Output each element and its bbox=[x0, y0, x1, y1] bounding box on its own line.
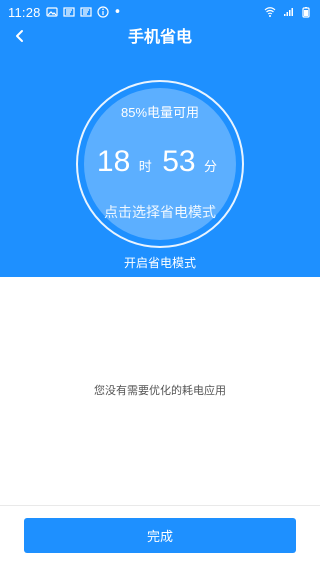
battery-circle[interactable]: 85%电量可用 18 时 53 分 点击选择省电模式 bbox=[84, 88, 236, 240]
minutes-unit: 分 bbox=[204, 159, 218, 174]
status-left: 11:28 • bbox=[8, 5, 121, 20]
notification-icon bbox=[79, 6, 92, 18]
header: 手机省电 85%电量可用 18 时 53 分 点击选择省电模式 开启省电模式 bbox=[0, 24, 320, 277]
battery-status-text: 85%电量可用 bbox=[120, 105, 200, 120]
remaining-time: 18 时 53 分 bbox=[84, 144, 236, 180]
nav-bar: 手机省电 bbox=[0, 24, 320, 48]
done-button[interactable]: 完成 bbox=[24, 518, 296, 553]
bottom-divider bbox=[0, 505, 320, 506]
empty-state-message: 您没有需要优化的耗电应用 bbox=[94, 385, 226, 397]
status-right bbox=[264, 6, 312, 18]
status-time: 11:28 bbox=[8, 4, 41, 20]
enable-power-save-mode[interactable]: 开启省电模式 bbox=[0, 254, 320, 271]
page-title: 手机省电 bbox=[127, 29, 192, 46]
battery-ring: 85%电量可用 18 时 53 分 点击选择省电模式 bbox=[76, 80, 244, 248]
minutes-value: 53 bbox=[162, 145, 196, 178]
signal-icon bbox=[282, 6, 294, 18]
hours-value: 18 bbox=[96, 145, 131, 178]
wifi-icon bbox=[264, 6, 276, 18]
select-mode-text: 点击选择省电模式 bbox=[104, 204, 216, 220]
notification-icon bbox=[62, 6, 75, 18]
status-bar: 11:28 • bbox=[0, 0, 320, 24]
status-dot: • bbox=[113, 4, 122, 20]
image-icon bbox=[45, 6, 58, 18]
info-icon bbox=[96, 6, 109, 18]
battery-icon bbox=[300, 6, 312, 18]
hours-unit: 时 bbox=[138, 159, 152, 174]
